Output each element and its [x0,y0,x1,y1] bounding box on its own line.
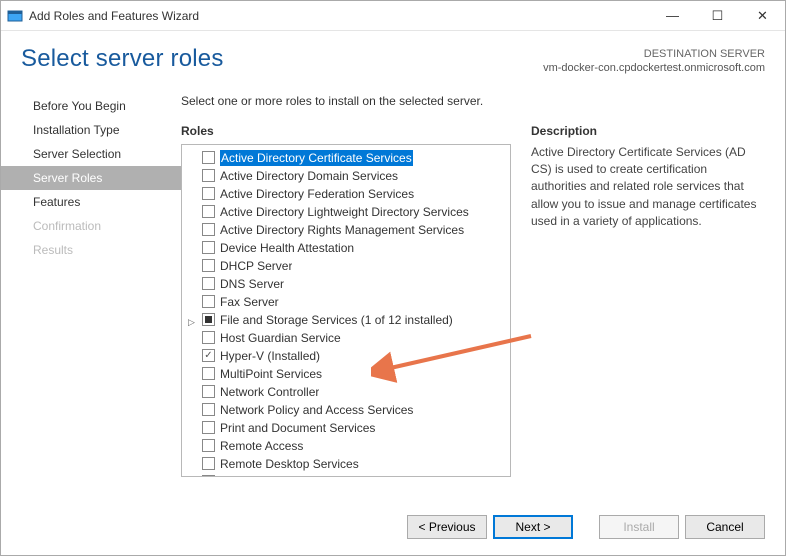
role-checkbox[interactable] [202,457,215,470]
close-button[interactable]: ✕ [740,1,785,31]
role-label: Device Health Attestation [220,240,354,256]
role-checkbox[interactable] [202,475,215,477]
role-label: File and Storage Services (1 of 12 insta… [220,312,453,328]
role-checkbox[interactable] [202,439,215,452]
role-row[interactable]: Active Directory Certificate Services [184,149,508,167]
role-row[interactable]: Host Guardian Service [184,329,508,347]
role-checkbox[interactable] [202,259,215,272]
role-label: Active Directory Domain Services [220,168,398,184]
role-label: Active Directory Federation Services [220,186,414,202]
role-checkbox[interactable] [202,367,215,380]
destination-value: vm-docker-con.cpdockertest.onmicrosoft.c… [543,61,765,75]
nav-item-before-you-begin[interactable]: Before You Begin [1,94,181,118]
nav-item-results: Results [1,238,181,262]
role-checkbox[interactable] [202,421,215,434]
roles-list[interactable]: Active Directory Certificate Services Act… [181,144,511,477]
instruction-text: Select one or more roles to install on t… [181,94,765,108]
minimize-button[interactable]: — [650,1,695,31]
role-row[interactable]: MultiPoint Services [184,365,508,383]
nav-item-confirmation: Confirmation [1,214,181,238]
role-checkbox[interactable] [202,295,215,308]
role-row[interactable]: Fax Server [184,293,508,311]
titlebar: Add Roles and Features Wizard — ☐ ✕ [1,1,785,31]
role-label: Hyper-V (Installed) [220,348,320,364]
role-row[interactable]: ▷ File and Storage Services (1 of 12 inst… [184,311,508,329]
role-label: MultiPoint Services [220,366,322,382]
role-label: Network Policy and Access Services [220,402,413,418]
role-row[interactable]: Device Health Attestation [184,239,508,257]
role-row[interactable]: Hyper-V (Installed) [184,347,508,365]
role-checkbox[interactable] [202,277,215,290]
role-label: Volume Activation Services [220,474,364,477]
window-title: Add Roles and Features Wizard [29,9,199,23]
destination-label: DESTINATION SERVER [543,47,765,61]
role-checkbox[interactable] [202,205,215,218]
role-label: Host Guardian Service [220,330,341,346]
role-row[interactable]: DNS Server [184,275,508,293]
description-text: Active Directory Certificate Services (A… [531,144,765,231]
wizard-nav: Before You BeginInstallation TypeServer … [1,94,181,499]
role-row[interactable]: Remote Desktop Services [184,455,508,473]
nav-item-installation-type[interactable]: Installation Type [1,118,181,142]
role-row[interactable]: Print and Document Services [184,419,508,437]
role-label: Active Directory Certificate Services [220,150,413,166]
role-row[interactable]: Active Directory Domain Services [184,167,508,185]
previous-button[interactable]: < Previous [407,515,487,539]
role-row[interactable]: Active Directory Rights Management Servi… [184,221,508,239]
role-label: Remote Access [220,438,303,454]
role-checkbox[interactable] [202,223,215,236]
role-row[interactable]: Network Policy and Access Services [184,401,508,419]
roles-header: Roles [181,124,511,138]
role-row[interactable]: Active Directory Lightweight Directory S… [184,203,508,221]
role-checkbox[interactable] [202,331,215,344]
role-label: Print and Document Services [220,420,375,436]
install-button[interactable]: Install [599,515,679,539]
role-checkbox[interactable] [202,403,215,416]
role-checkbox[interactable] [202,169,215,182]
role-checkbox[interactable] [202,187,215,200]
maximize-button[interactable]: ☐ [695,1,740,31]
role-row[interactable]: DHCP Server [184,257,508,275]
description-header: Description [531,124,765,138]
role-checkbox[interactable] [202,385,215,398]
role-label: Active Directory Rights Management Servi… [220,222,464,238]
cancel-button[interactable]: Cancel [685,515,765,539]
role-label: DNS Server [220,276,284,292]
role-label: Network Controller [220,384,319,400]
app-icon [7,8,23,24]
page-title: Select server roles [21,45,543,76]
role-row[interactable]: Network Controller [184,383,508,401]
role-label: Active Directory Lightweight Directory S… [220,204,469,220]
role-row[interactable]: Volume Activation Services [184,473,508,477]
role-row[interactable]: Remote Access [184,437,508,455]
role-checkbox[interactable] [202,313,215,326]
role-checkbox[interactable] [202,241,215,254]
role-label: Fax Server [220,294,279,310]
role-row[interactable]: Active Directory Federation Services [184,185,508,203]
role-checkbox[interactable] [202,349,215,362]
role-checkbox[interactable] [202,151,215,164]
nav-item-features[interactable]: Features [1,190,181,214]
nav-item-server-roles[interactable]: Server Roles [1,166,181,190]
next-button[interactable]: Next > [493,515,573,539]
nav-item-server-selection[interactable]: Server Selection [1,142,181,166]
wizard-footer: < Previous Next > Install Cancel [1,499,785,555]
expand-icon[interactable]: ▷ [188,314,198,324]
role-label: Remote Desktop Services [220,456,359,472]
role-label: DHCP Server [220,258,292,274]
destination-server: DESTINATION SERVER vm-docker-con.cpdocke… [543,45,765,76]
